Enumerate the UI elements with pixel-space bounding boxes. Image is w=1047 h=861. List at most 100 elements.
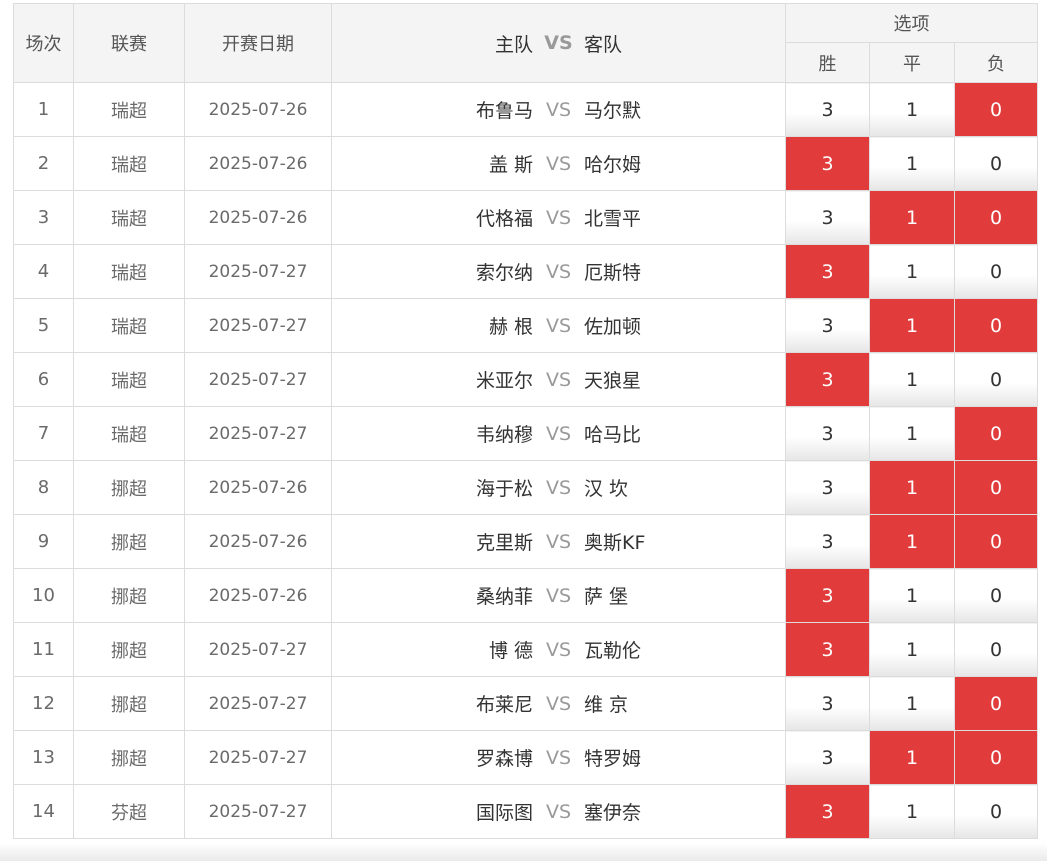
option-lose[interactable]: 0 — [953, 406, 1039, 461]
match-no: 13 — [13, 730, 74, 785]
match-cell: 索尔纳 VS 厄斯特 — [331, 244, 786, 299]
league: 挪超 — [73, 460, 185, 515]
away-team: 维 京 — [583, 694, 629, 716]
vs-label: VS — [545, 476, 572, 499]
option-win[interactable]: 3 — [785, 460, 870, 515]
match-table: 场次 联赛 开赛日期 主队 VS 客队 选项 胜 平 负 1 瑞超 2025-07-… — [13, 3, 1047, 839]
option-win[interactable]: 3 — [785, 730, 870, 785]
header-gap — [1037, 3, 1047, 83]
option-lose[interactable]: 0 — [953, 460, 1039, 515]
option-draw[interactable]: 1 — [869, 622, 955, 677]
header-home: 主队 — [494, 33, 533, 56]
home-team: 罗森博 — [475, 748, 533, 770]
option-lose[interactable]: 0 — [953, 568, 1039, 623]
option-win[interactable]: 3 — [785, 190, 870, 245]
match-cell: 赫 根 VS 佐加顿 — [331, 298, 786, 353]
header-options: 选项 — [784, 3, 1039, 43]
option-lose[interactable]: 0 — [953, 784, 1039, 839]
league: 挪超 — [73, 730, 185, 785]
match-no: 6 — [13, 352, 74, 407]
option-lose[interactable]: 0 — [953, 190, 1039, 245]
vs-label: VS — [545, 98, 572, 121]
table-row: 5 瑞超 2025-07-27 赫 根 VS 佐加顿 3 1 0 — [13, 298, 1047, 353]
option-win[interactable]: 3 — [785, 568, 870, 623]
home-team: 米亚尔 — [475, 370, 533, 392]
match-no: 5 — [13, 298, 74, 353]
match-cell: 桑纳菲 VS 萨 堡 — [331, 568, 786, 623]
away-team: 马尔默 — [583, 100, 641, 122]
vs-label: VS — [545, 692, 572, 715]
row-gap — [1037, 514, 1047, 569]
match-no: 11 — [13, 622, 74, 677]
option-win[interactable]: 3 — [785, 82, 870, 137]
option-draw[interactable]: 1 — [869, 568, 955, 623]
match-date: 2025-07-27 — [184, 352, 332, 407]
option-lose[interactable]: 0 — [953, 514, 1039, 569]
vs-label: VS — [545, 746, 572, 769]
option-lose[interactable]: 0 — [953, 136, 1039, 191]
match-teams: 布莱尼 VS 维 京 — [332, 690, 785, 717]
table-row: 14 芬超 2025-07-27 国际图 VS 塞伊奈 3 1 0 — [13, 784, 1047, 839]
option-lose[interactable]: 0 — [953, 298, 1039, 353]
match-date: 2025-07-27 — [184, 784, 332, 839]
option-lose[interactable]: 0 — [953, 622, 1039, 677]
header-league: 联赛 — [73, 3, 185, 83]
option-draw[interactable]: 1 — [869, 298, 955, 353]
match-no: 4 — [13, 244, 74, 299]
option-draw[interactable]: 1 — [869, 784, 955, 839]
vs-label: VS — [545, 530, 572, 553]
option-draw[interactable]: 1 — [869, 460, 955, 515]
option-draw[interactable]: 1 — [869, 190, 955, 245]
option-win[interactable]: 3 — [785, 784, 870, 839]
league: 瑞超 — [73, 82, 185, 137]
home-team: 代格福 — [475, 208, 533, 230]
option-draw[interactable]: 1 — [869, 244, 955, 299]
option-draw[interactable]: 1 — [869, 136, 955, 191]
row-gap — [1037, 622, 1047, 677]
row-gap — [1037, 244, 1047, 299]
league: 瑞超 — [73, 352, 185, 407]
option-lose[interactable]: 0 — [953, 244, 1039, 299]
vs-label: VS — [545, 422, 572, 445]
option-win[interactable]: 3 — [785, 244, 870, 299]
option-win[interactable]: 3 — [785, 514, 870, 569]
option-lose[interactable]: 0 — [953, 352, 1039, 407]
vs-label: VS — [545, 800, 572, 823]
match-no: 3 — [13, 190, 74, 245]
match-no: 2 — [13, 136, 74, 191]
option-draw[interactable]: 1 — [869, 82, 955, 137]
match-date: 2025-07-27 — [184, 406, 332, 461]
option-draw[interactable]: 1 — [869, 514, 955, 569]
table-row: 11 挪超 2025-07-27 博 德 VS 瓦勒伦 3 1 0 — [13, 622, 1047, 677]
vs-label: VS — [545, 638, 572, 661]
match-cell: 罗森博 VS 特罗姆 — [331, 730, 786, 785]
table-row: 6 瑞超 2025-07-27 米亚尔 VS 天狼星 3 1 0 — [13, 352, 1047, 407]
option-draw[interactable]: 1 — [869, 676, 955, 731]
match-no: 10 — [13, 568, 74, 623]
home-team: 国际图 — [475, 802, 533, 824]
option-draw[interactable]: 1 — [869, 406, 955, 461]
option-lose[interactable]: 0 — [953, 730, 1039, 785]
vs-label: VS — [545, 368, 572, 391]
option-draw[interactable]: 1 — [869, 352, 955, 407]
match-date: 2025-07-26 — [184, 190, 332, 245]
option-win[interactable]: 3 — [785, 676, 870, 731]
home-team: 博 德 — [488, 640, 533, 662]
option-win[interactable]: 3 — [785, 406, 870, 461]
header-match: 主队 VS 客队 — [331, 3, 786, 83]
option-draw[interactable]: 1 — [869, 730, 955, 785]
match-teams: 赫 根 VS 佐加顿 — [332, 312, 785, 339]
option-lose[interactable]: 0 — [953, 676, 1039, 731]
header-away: 客队 — [583, 33, 622, 56]
option-lose[interactable]: 0 — [953, 82, 1039, 137]
league: 挪超 — [73, 622, 185, 677]
option-win[interactable]: 3 — [785, 136, 870, 191]
match-teams: 韦纳穆 VS 哈马比 — [332, 420, 785, 447]
away-team: 哈尔姆 — [583, 154, 641, 176]
match-cell: 博 德 VS 瓦勒伦 — [331, 622, 786, 677]
option-win[interactable]: 3 — [785, 622, 870, 677]
table-header: 场次 联赛 开赛日期 主队 VS 客队 选项 胜 平 负 — [13, 3, 1047, 83]
away-team: 特罗姆 — [583, 748, 641, 770]
option-win[interactable]: 3 — [785, 352, 870, 407]
option-win[interactable]: 3 — [785, 298, 870, 353]
